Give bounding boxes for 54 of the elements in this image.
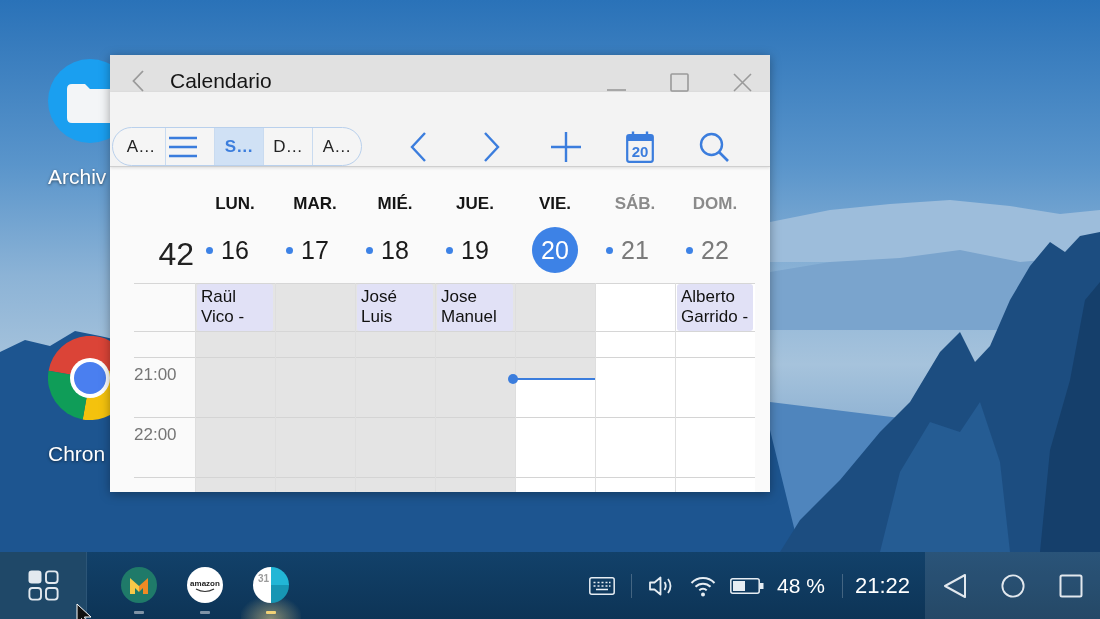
home-circle-icon xyxy=(1001,572,1025,599)
app-grid-icon xyxy=(27,570,59,601)
day-number[interactable]: 16 xyxy=(221,235,249,265)
menu-icon xyxy=(169,135,197,158)
close-icon xyxy=(732,73,752,92)
hour-label: 21:00 xyxy=(134,364,178,385)
day-number[interactable]: 18 xyxy=(381,235,409,265)
chevron-left-icon xyxy=(132,70,144,92)
day-number[interactable]: 22 xyxy=(701,235,729,265)
maximize-icon xyxy=(669,73,689,92)
all-day-event[interactable]: Jose Manuel xyxy=(437,284,513,331)
taskbar-app-button[interactable]: amazon xyxy=(175,552,235,619)
today-button[interactable]: 20 xyxy=(620,127,660,166)
wifi-button[interactable] xyxy=(690,574,717,597)
day-number[interactable]: 21 xyxy=(621,235,649,265)
mouse-cursor-icon xyxy=(76,603,93,619)
weekday-label: JUE. xyxy=(455,194,495,214)
window-title: Calendario xyxy=(170,69,272,93)
desktop-icon-label[interactable]: Chron xyxy=(48,442,106,466)
day-number[interactable]: 17 xyxy=(301,235,329,265)
day-number[interactable]: 20 xyxy=(532,227,578,273)
m-logo-icon xyxy=(121,567,157,603)
battery-button[interactable] xyxy=(730,577,765,594)
keyboard-button[interactable] xyxy=(589,576,616,595)
keyboard-icon xyxy=(589,576,616,595)
hour-label: 22:00 xyxy=(134,424,178,445)
view-tab[interactable]: A… xyxy=(113,128,165,165)
chevron-left-icon xyxy=(410,131,426,162)
wifi-icon xyxy=(690,574,717,597)
weekday-label: SÁB. xyxy=(613,194,657,214)
week-number: 42 xyxy=(157,235,195,273)
recents-square-icon xyxy=(1059,572,1083,599)
calendar-icon xyxy=(626,130,654,163)
all-day-event[interactable]: Raül Vico - xyxy=(197,284,273,331)
app-launcher-button[interactable] xyxy=(0,552,87,619)
search-icon xyxy=(699,131,729,162)
weekday-label: MIÉ. xyxy=(376,194,414,214)
weekday-label: DOM. xyxy=(691,194,739,214)
back-triangle-icon xyxy=(943,572,967,599)
battery-icon xyxy=(730,577,765,594)
amazon-logo-icon: amazon xyxy=(187,567,223,603)
all-day-event[interactable]: Alberto Garrido - xyxy=(677,284,753,331)
battery-percentage: 48 % xyxy=(777,573,825,598)
minimize-icon xyxy=(606,89,626,91)
chevron-right-icon xyxy=(484,131,500,162)
day-number[interactable]: 19 xyxy=(461,235,489,265)
weekday-label: LUN. xyxy=(214,194,256,214)
clock[interactable]: 21:22 xyxy=(854,572,910,599)
view-tab[interactable]: D… xyxy=(263,128,312,165)
weekday-label: VIE. xyxy=(537,194,573,214)
weekday-label: MAR. xyxy=(292,194,338,214)
view-tab[interactable]: A… xyxy=(312,128,361,165)
all-day-event[interactable]: José Luis xyxy=(357,284,433,331)
plus-icon xyxy=(551,131,581,162)
